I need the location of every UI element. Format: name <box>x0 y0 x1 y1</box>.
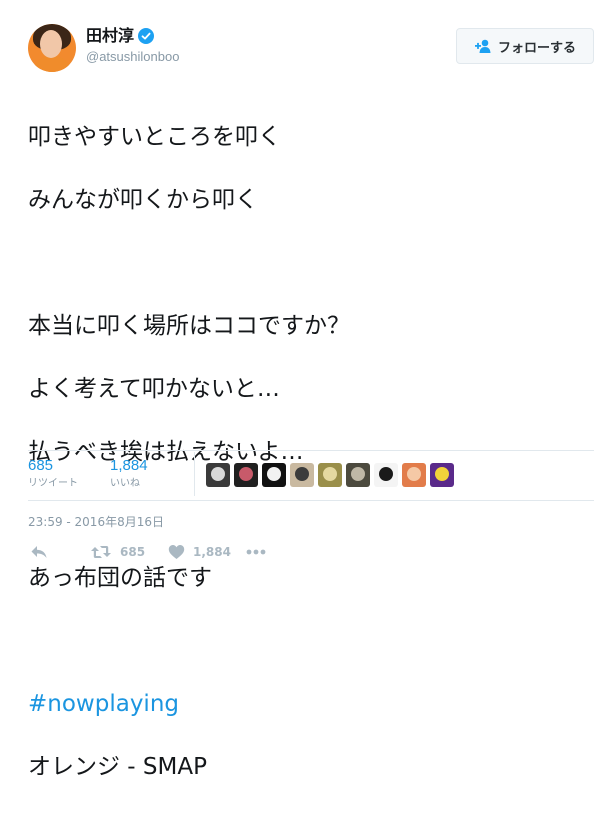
tweet-line: あっ布団の話です <box>28 564 212 591</box>
stats-bottom-divider <box>28 500 594 501</box>
tweet-line: みんなが叩くから叩く <box>28 186 258 213</box>
heart-icon <box>168 545 185 559</box>
liker-avatar-figure <box>379 467 393 481</box>
liker-avatar-3[interactable] <box>262 463 286 487</box>
liker-avatar-4[interactable] <box>290 463 314 487</box>
liker-avatar-5[interactable] <box>318 463 342 487</box>
hashtag-link[interactable]: #nowplaying <box>28 689 588 721</box>
liker-avatar-8[interactable] <box>402 463 426 487</box>
retweet-count[interactable]: 685 <box>28 456 78 475</box>
like-action-count: 1,884 <box>193 545 231 559</box>
retweet-label: リツイート <box>28 478 78 489</box>
user-handle[interactable]: @atsushilonboo <box>86 48 179 66</box>
avatar-face <box>40 30 62 58</box>
more-icon <box>246 549 266 555</box>
tweet-line: 叩きやすいところを叩く <box>28 123 281 150</box>
tweet-actions: 685 1,884 <box>28 540 266 564</box>
like-count[interactable]: 1,884 <box>110 456 148 475</box>
more-button[interactable] <box>246 549 266 555</box>
follow-button-label: フォローする <box>497 40 576 56</box>
like-label: いいね <box>110 478 140 489</box>
reply-icon <box>31 546 47 558</box>
like-stat[interactable]: 1,884 いいね <box>110 456 148 491</box>
avatar[interactable] <box>28 24 76 72</box>
liker-avatar-figure <box>435 467 449 481</box>
retweet-stat[interactable]: 685 リツイート <box>28 456 78 491</box>
liker-avatar-figure <box>239 467 253 481</box>
tweet-timestamp[interactable]: 23:59 - 2016年8月16日 <box>28 514 164 530</box>
display-name[interactable]: 田村淳 <box>86 26 134 46</box>
person-add-icon <box>474 39 491 53</box>
retweet-button[interactable]: 685 <box>90 544 168 560</box>
avatar-shirt <box>32 56 72 72</box>
liker-avatar-6[interactable] <box>346 463 370 487</box>
liker-avatar-figure <box>211 467 225 481</box>
tweet-line: 本当に叩く場所はココですか？ <box>28 312 350 339</box>
liker-avatar-figure <box>407 467 421 481</box>
display-name-row[interactable]: 田村淳 <box>86 26 179 46</box>
liker-avatar-figure <box>295 467 309 481</box>
like-button[interactable]: 1,884 <box>168 544 246 560</box>
liker-avatar-figure <box>267 467 281 481</box>
liker-avatar-7[interactable] <box>374 463 398 487</box>
tweet-line: よく考えて叩かないと… <box>28 375 280 402</box>
retweet-icon <box>91 546 111 558</box>
tweet-line: オレンジ - SMAP <box>28 753 207 780</box>
follow-button[interactable]: フォローする <box>456 28 594 64</box>
liker-avatar-figure <box>351 467 365 481</box>
stats-divider <box>194 452 195 496</box>
liker-avatar-figure <box>323 467 337 481</box>
verified-badge-icon <box>138 28 155 44</box>
liker-avatar-9[interactable] <box>430 463 454 487</box>
liker-avatars <box>206 463 454 487</box>
stats-top-divider <box>28 450 594 451</box>
liker-avatar-1[interactable] <box>206 463 230 487</box>
retweet-action-count: 685 <box>120 545 146 559</box>
tweet-stats: 685 リツイート 1,884 いいね <box>28 452 594 502</box>
reply-button[interactable] <box>30 544 90 560</box>
tweet-header: 田村淳 @atsushilonboo フォローする <box>28 22 594 78</box>
liker-avatar-2[interactable] <box>234 463 258 487</box>
user-names[interactable]: 田村淳 @atsushilonboo <box>86 26 179 66</box>
